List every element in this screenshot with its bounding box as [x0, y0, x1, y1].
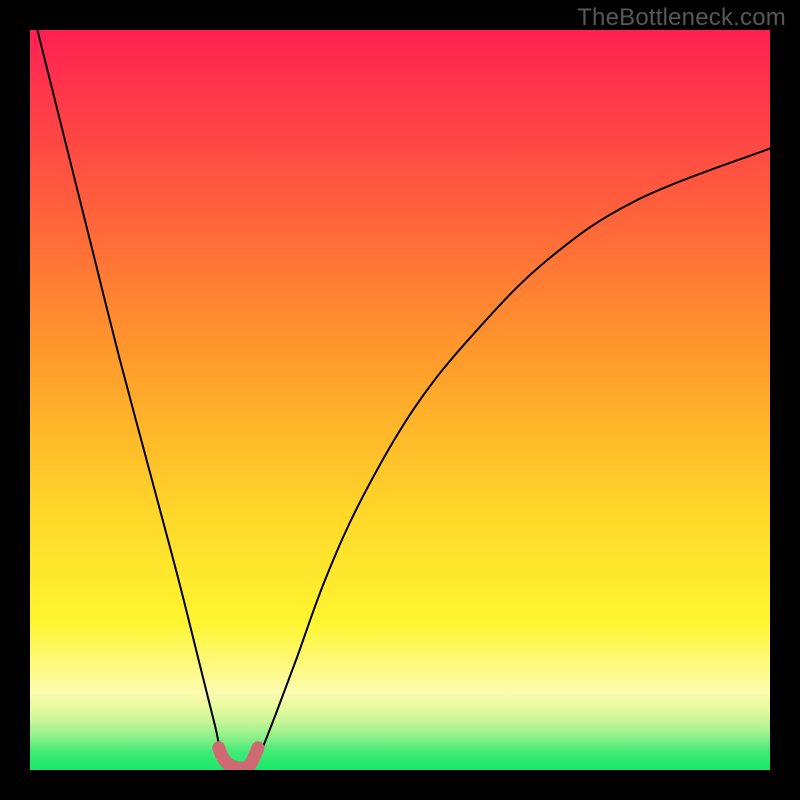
bottleneck-curve	[30, 30, 770, 770]
curve-line	[37, 30, 770, 768]
optimal-region-marker	[219, 748, 258, 768]
chart-frame	[30, 30, 770, 770]
watermark-text: TheBottleneck.com	[577, 4, 786, 32]
